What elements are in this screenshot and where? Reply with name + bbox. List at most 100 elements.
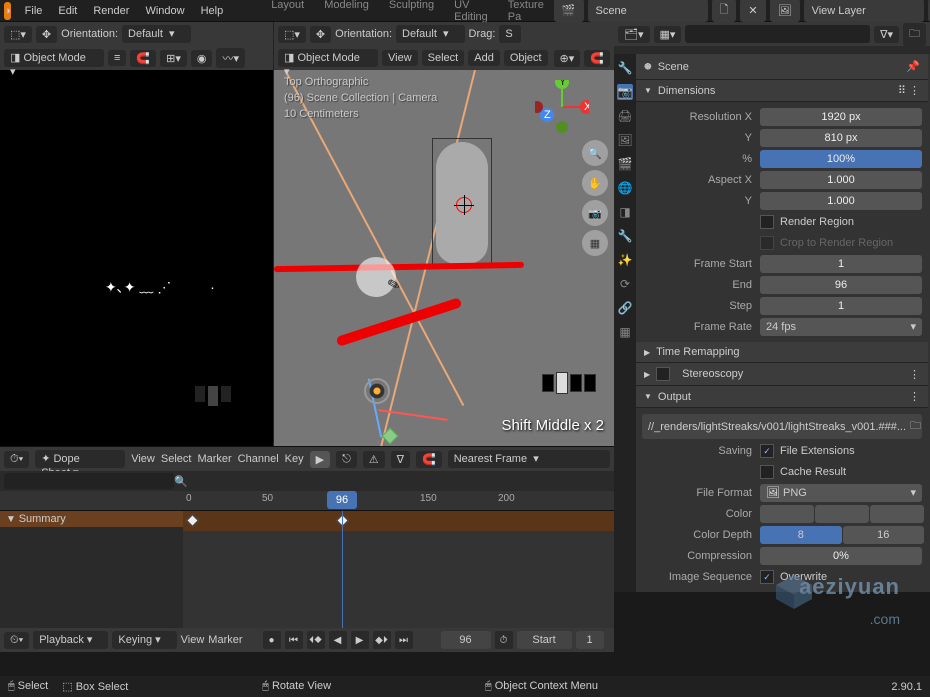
view-menu[interactable]: View [382,50,418,66]
tab-tool-icon[interactable]: 🔧 [617,60,633,76]
color-mode-toggle[interactable] [760,505,924,523]
current-frame-input[interactable]: 96 [441,631,491,649]
viewport-left[interactable]: ⬚▾ ✥ Orientation: Default ▾ ◨ Object Mod… [0,22,274,446]
breadcrumb[interactable]: 🞿Scene📌 [636,54,928,80]
tab-output-icon[interactable]: 🖨 [617,108,633,124]
frame-start-input[interactable]: 1 [760,255,922,273]
nav-gizmo[interactable]: X Y Z [535,80,589,134]
outliner-tree[interactable]: ▼✓🗀 CAR ◎👁 ▼✓🗀 exterior ◎👁 ▶▽ bumper 🔧▦▽… [614,46,930,54]
tab-render-icon[interactable]: 📷 [617,84,633,100]
start-frame-input[interactable]: Start [517,631,572,649]
camera-icon[interactable]: 📷 [582,200,608,226]
warning-icon[interactable]: ⚠ [363,451,385,468]
res-y-input[interactable]: 810 px [760,129,922,147]
handle-icon[interactable]: ⎋ [336,451,357,468]
add-menu[interactable]: Add [468,50,500,66]
frame-step-input[interactable]: 1 [760,297,922,315]
snap-type-icon[interactable]: ⊞▾ [160,50,187,67]
res-pct-input[interactable]: 100% [760,150,922,168]
cache-result-checkbox[interactable] [760,465,774,479]
summary-channel[interactable]: ▼ Summary [0,511,183,527]
orientation-dropdown[interactable]: Default ▾ [396,25,465,43]
blender-logo[interactable]: ◑ [4,2,11,20]
cursor-tool-icon[interactable]: ✥ [310,26,331,43]
proportional-icon[interactable]: ◉ [191,50,213,67]
timeline-body[interactable]: ▼ Summary [0,511,614,628]
pan-icon[interactable]: ✋ [582,170,608,196]
file-ext-checkbox[interactable] [760,444,774,458]
panel-output-header[interactable]: ▼Output⋮ [636,386,928,408]
scene-name[interactable]: Scene [588,0,708,22]
dope-mode-dropdown[interactable]: ✦ Dope Sheet ▾ [35,450,125,468]
view-menu[interactable]: View [131,453,155,465]
jump-start-icon[interactable]: ⏮ [285,631,303,649]
tab-physics-icon[interactable]: ⟳ [617,276,633,292]
outliner-search[interactable] [685,25,870,43]
scene-browse[interactable]: 🎬 [554,0,584,22]
snap-icon[interactable]: 🧲 [416,451,442,468]
render-region-checkbox[interactable] [760,215,774,229]
zoom-icon[interactable]: 🔍 [582,140,608,166]
menu-file[interactable]: File [17,2,51,20]
crop-region-checkbox[interactable] [760,236,774,250]
tab-world-icon[interactable]: 🌐 [617,180,633,196]
channel-menu[interactable]: Channel [238,453,279,465]
key-menu[interactable]: Key [285,453,304,465]
marker-menu[interactable]: Marker [197,453,231,465]
start-frame-val[interactable]: 1 [576,631,604,649]
editor-type-icon[interactable]: ⏲▾ [4,632,29,649]
panel-stereoscopy-header[interactable]: ▶Stereoscopy⋮ [636,363,928,386]
scene-del-icon[interactable]: ✕ [740,0,765,22]
editor-type-icon[interactable]: ⬚▾ [4,26,32,43]
compression-input[interactable]: 0% [760,547,922,565]
cursor-tool-icon[interactable]: ✥ [36,26,57,43]
output-path-input[interactable]: //_renders/lightStreaks/v001/lightStreak… [642,414,922,439]
viewport-center[interactable]: ⬚▾ ✥ Orientation: Default ▾ Drag: S ◨ Ob… [274,22,614,446]
object-menu[interactable]: Object [504,50,548,66]
snap-icon[interactable]: 🧲 [130,50,156,67]
layer-name[interactable]: View Layer [804,0,924,22]
menu-window[interactable]: Window [137,2,192,20]
orientation-dropdown[interactable]: Default ▾ [122,25,191,43]
framerate-dropdown[interactable]: 24 fps▾ [760,318,922,336]
editor-type-icon[interactable]: ⬚▾ [278,26,306,43]
filter-icon[interactable]: ∇▾ [874,26,899,43]
playhead[interactable]: 96 [327,491,357,509]
drag-dropdown[interactable]: S [499,25,521,43]
panel-dimensions-header[interactable]: ▼Dimensions⠿ ⋮ [636,80,928,102]
select-tool-icon[interactable]: ▶ [310,451,330,468]
tab-particle-icon[interactable]: ✨ [617,252,633,268]
menu-render[interactable]: Render [85,2,137,20]
marker-menu[interactable]: Marker [208,634,242,646]
view-menu[interactable]: View [181,634,205,646]
tab-modifier-icon[interactable]: 🔧 [617,228,633,244]
shading-icon[interactable]: 🧲 [584,50,610,67]
frame-end-input[interactable]: 96 [760,276,922,294]
snap-mode-dropdown[interactable]: Nearest Frame ▾ [448,450,610,468]
autokey-icon[interactable]: ● [263,631,281,649]
select-menu[interactable]: Select [161,453,192,465]
mode-dropdown[interactable]: ◨ Object Mode ▾ [278,49,378,67]
persp-icon[interactable]: ▦ [582,230,608,256]
tab-scene-icon[interactable]: 🎬 [617,156,633,172]
aspect-x-input[interactable]: 1.000 [760,171,922,189]
tab-constraint-icon[interactable]: 🔗 [617,300,633,316]
aspect-y-input[interactable]: 1.000 [760,192,922,210]
falloff-icon[interactable]: 〰▾ [216,48,245,68]
preview-range-icon[interactable]: ⏱ [495,631,513,649]
tab-object-icon[interactable]: ◨ [617,204,633,220]
menu-icon[interactable]: ≡ [108,50,126,66]
editor-type-icon[interactable]: ⏱▾ [4,451,29,468]
play-rev-icon[interactable]: ◀ [329,631,347,649]
tab-viewlayer-icon[interactable]: 🖼 [617,132,633,148]
file-format-dropdown[interactable]: 🖼 PNG▾ [760,484,922,502]
scene-new-icon[interactable]: 🗋 [712,0,737,22]
select-menu[interactable]: Select [422,50,465,66]
display-mode-icon[interactable]: ▦▾ [654,26,682,43]
channel-search[interactable] [4,473,174,489]
overwrite-checkbox[interactable] [760,570,774,584]
res-x-input[interactable]: 1920 px [760,108,922,126]
pivot-icon[interactable]: ⊕▾ [554,50,581,67]
layer-browse[interactable]: 🖼 [770,0,800,22]
color-depth-toggle[interactable]: 816 [760,526,924,544]
